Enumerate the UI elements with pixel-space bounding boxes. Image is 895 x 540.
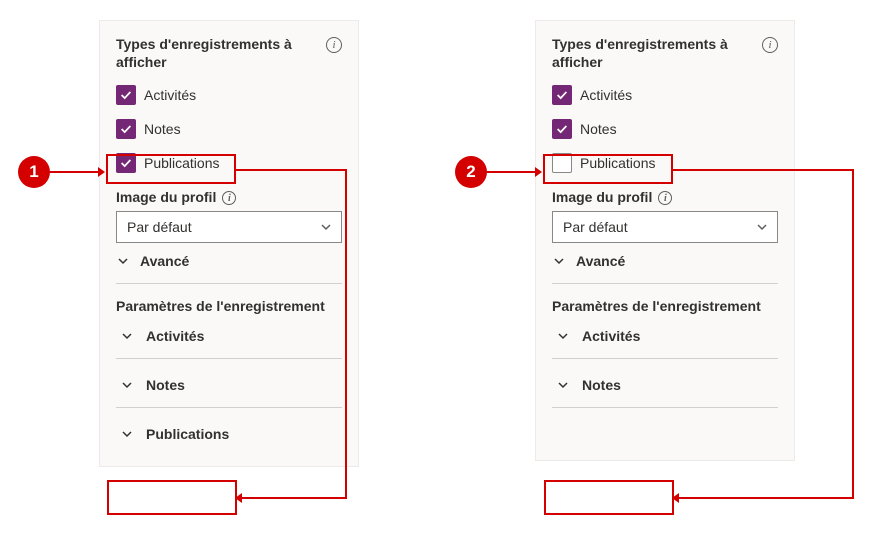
checkbox-label: Publications <box>144 155 220 171</box>
profile-image-label: Image du profil <box>116 189 216 205</box>
section-title-record-types: Types d'enregistrements à afficher <box>116 35 316 71</box>
annotation-badge-1: 1 <box>18 156 50 188</box>
annotation-highlight-publications-absent-right <box>544 480 674 515</box>
checkbox-row-activities[interactable]: Activités <box>552 83 778 107</box>
checkbox-activities[interactable] <box>552 85 572 105</box>
checkbox-row-publications[interactable]: Publications <box>552 151 778 175</box>
chevron-down-icon <box>120 329 134 343</box>
annotation-arrow-1 <box>50 166 105 178</box>
profile-image-dropdown[interactable]: Par défaut <box>552 211 778 243</box>
checkmark-icon <box>555 88 569 102</box>
section-title-record-types: Types d'enregistrements à afficher <box>552 35 752 71</box>
record-settings-publications[interactable]: Publications <box>116 416 342 452</box>
advanced-section-toggle[interactable]: Avancé <box>552 243 778 279</box>
checkbox-publications[interactable] <box>116 153 136 173</box>
record-settings-publications-absent <box>552 416 778 446</box>
record-settings-item-label: Notes <box>146 377 185 393</box>
dropdown-value: Par défaut <box>563 219 628 235</box>
annotation-badge-2: 2 <box>455 156 487 188</box>
checkbox-activities[interactable] <box>116 85 136 105</box>
checkmark-icon <box>119 88 133 102</box>
advanced-label: Avancé <box>140 253 189 269</box>
profile-image-dropdown[interactable]: Par défaut <box>116 211 342 243</box>
checkmark-icon <box>119 156 133 170</box>
checkbox-row-publications[interactable]: Publications <box>116 151 342 175</box>
divider <box>116 407 342 408</box>
advanced-label: Avancé <box>576 253 625 269</box>
checkbox-label: Publications <box>580 155 656 171</box>
info-icon[interactable]: i <box>762 37 778 53</box>
record-settings-activities[interactable]: Activités <box>552 318 778 354</box>
checkbox-notes[interactable] <box>116 119 136 139</box>
annotation-highlight-publications-section-left <box>107 480 237 515</box>
checkbox-label: Activités <box>580 87 632 103</box>
checkbox-label: Notes <box>580 121 617 137</box>
dropdown-value: Par défaut <box>127 219 192 235</box>
settings-panel-after: Types d'enregistrements à afficher i Act… <box>535 20 795 461</box>
checkbox-label: Activités <box>144 87 196 103</box>
record-settings-title: Paramètres de l'enregistrement <box>116 292 342 318</box>
checkmark-icon <box>119 122 133 136</box>
divider <box>116 283 342 284</box>
checkbox-row-notes[interactable]: Notes <box>116 117 342 141</box>
checkbox-notes[interactable] <box>552 119 572 139</box>
record-settings-notes[interactable]: Notes <box>116 367 342 403</box>
chevron-down-icon <box>120 378 134 392</box>
checkbox-row-activities[interactable]: Activités <box>116 83 342 107</box>
chevron-down-icon <box>552 254 566 268</box>
checkbox-label: Notes <box>144 121 181 137</box>
record-settings-activities[interactable]: Activités <box>116 318 342 354</box>
chevron-down-icon <box>319 220 333 234</box>
chevron-down-icon <box>556 378 570 392</box>
record-settings-title: Paramètres de l'enregistrement <box>552 292 778 318</box>
chevron-down-icon <box>755 220 769 234</box>
record-settings-item-label: Publications <box>146 426 229 442</box>
info-icon[interactable]: i <box>326 37 342 53</box>
settings-panel-before: Types d'enregistrements à afficher i Act… <box>99 20 359 467</box>
chevron-down-icon <box>120 427 134 441</box>
record-settings-item-label: Notes <box>582 377 621 393</box>
divider <box>552 407 778 408</box>
divider <box>552 358 778 359</box>
record-settings-item-label: Activités <box>582 328 640 344</box>
profile-image-label: Image du profil <box>552 189 652 205</box>
chevron-down-icon <box>116 254 130 268</box>
checkbox-publications[interactable] <box>552 153 572 173</box>
info-icon[interactable]: i <box>658 191 672 205</box>
checkmark-icon <box>555 122 569 136</box>
advanced-section-toggle[interactable]: Avancé <box>116 243 342 279</box>
divider <box>552 283 778 284</box>
chevron-down-icon <box>556 329 570 343</box>
info-icon[interactable]: i <box>222 191 236 205</box>
annotation-arrow-2 <box>487 166 542 178</box>
divider <box>116 358 342 359</box>
record-settings-item-label: Activités <box>146 328 204 344</box>
record-settings-notes[interactable]: Notes <box>552 367 778 403</box>
checkbox-row-notes[interactable]: Notes <box>552 117 778 141</box>
